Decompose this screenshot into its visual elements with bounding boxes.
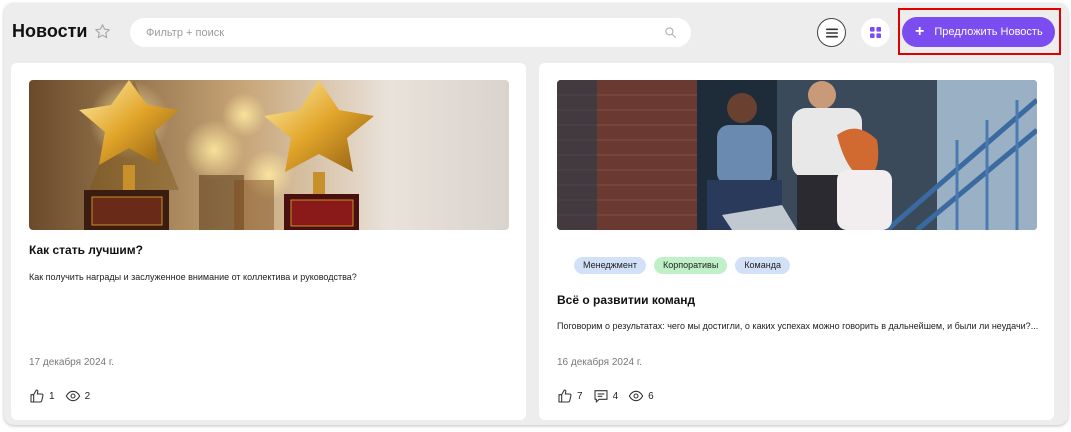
news-title[interactable]: Всё о развитии команд (557, 293, 695, 307)
search-input[interactable] (146, 18, 646, 47)
grid-icon (870, 27, 881, 38)
propose-news-button[interactable]: + Предложить Новость (902, 17, 1055, 47)
search-icon[interactable] (664, 26, 677, 39)
tag-list: Менеджмент Корпоративы Команда (574, 257, 790, 274)
search-box (130, 18, 691, 47)
news-card[interactable]: Менеджмент Корпоративы Команда Всё о раз… (539, 63, 1054, 420)
news-image-trophies[interactable] (29, 80, 509, 230)
news-page: Новости Фильтр + поиск + Предложить Ново… (4, 3, 1068, 425)
propose-news-label: Предложить Новость (934, 26, 1043, 38)
page-title: Новости (12, 21, 88, 41)
views-count: 2 (84, 390, 91, 402)
views-count: 6 (648, 390, 654, 402)
news-card[interactable]: Как стать лучшим? Как получить награды и… (11, 63, 526, 420)
news-stats: 1 2 (29, 388, 100, 404)
page-header: Новости Фильтр + поиск + Предложить Ново… (4, 3, 1068, 61)
plus-icon: + (915, 23, 925, 40)
news-description: Поговорим о результатах: чего мы достигл… (557, 321, 1039, 331)
comment-icon[interactable] (593, 388, 609, 404)
like-count: 1 (49, 390, 55, 402)
views-icon (65, 390, 80, 402)
news-title[interactable]: Как стать лучшим? (29, 243, 143, 257)
list-icon (825, 28, 838, 37)
views-icon (628, 390, 644, 402)
news-date: 16 декабря 2024 г. (557, 357, 643, 368)
like-icon[interactable] (557, 388, 573, 404)
tag-corporate[interactable]: Корпоративы (653, 257, 728, 274)
like-count: 7 (577, 390, 583, 402)
tag-team[interactable]: Команда (735, 257, 790, 274)
grid-view-button[interactable] (861, 18, 890, 47)
like-icon[interactable] (29, 388, 45, 404)
news-description: Как получить награды и заслуженное внима… (29, 272, 357, 282)
news-image-team[interactable] (557, 80, 1037, 230)
comment-count: 4 (612, 390, 619, 402)
star-icon[interactable] (94, 23, 111, 40)
tag-management[interactable]: Менеджмент (574, 257, 646, 274)
news-stats: 7 4 6 (557, 388, 664, 404)
list-view-button[interactable] (817, 18, 846, 47)
news-date: 17 декабря 2024 г. (29, 357, 115, 368)
